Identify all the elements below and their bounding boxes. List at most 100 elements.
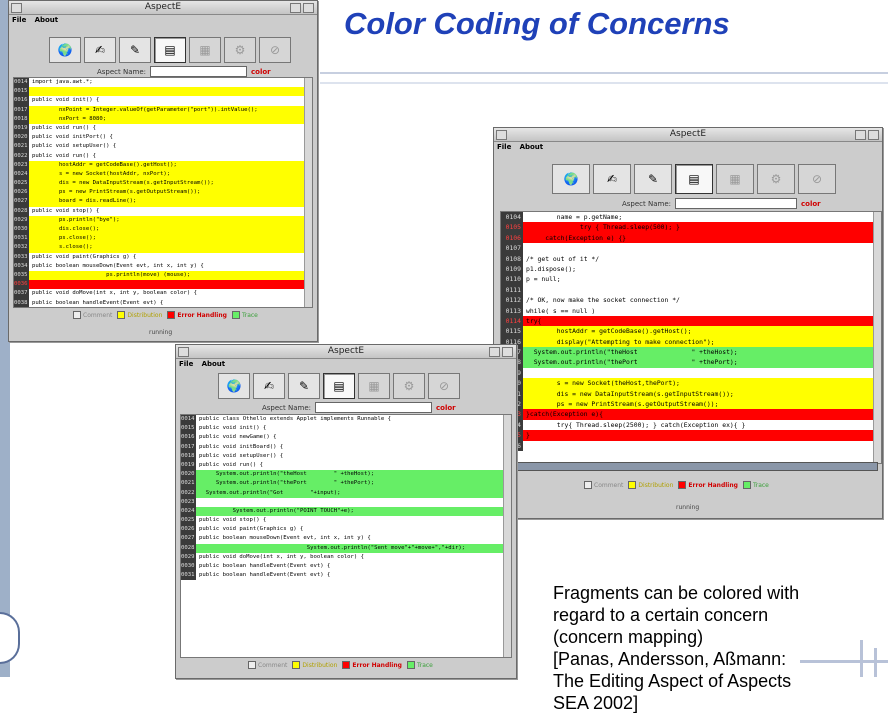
code-line[interactable]: 0033 public void paint(Graphics g) { <box>14 252 312 262</box>
code-line[interactable]: 0014 import java.awt.*; <box>14 78 312 88</box>
menu-about[interactable]: About <box>202 360 226 368</box>
wizard-icon[interactable]: ✍ <box>84 37 116 63</box>
code-line[interactable]: 0020 public void initPort() { <box>14 133 312 143</box>
legend-distribution[interactable]: Distribution <box>628 481 673 489</box>
window-titlebar[interactable]: AspectE <box>176 345 516 359</box>
copy-icon[interactable]: ▦ <box>189 37 221 63</box>
stop-icon[interactable]: ⊘ <box>259 37 291 63</box>
code-line[interactable]: 0017 public void initBoard() { <box>181 442 511 452</box>
color-aspect-icon[interactable]: ▤ <box>323 373 355 399</box>
code-line[interactable]: 0036 <box>14 280 312 290</box>
menu-about[interactable]: About <box>520 143 544 151</box>
code-line[interactable]: 0116 display("Attempting to make connect… <box>501 336 881 348</box>
legend-error-handling[interactable]: Error Handling <box>342 661 402 669</box>
aspect-name-input[interactable] <box>675 198 798 209</box>
stop-icon[interactable]: ⊘ <box>798 164 836 194</box>
code-line[interactable]: 0022 System.out.println("Got "+input); <box>181 488 511 498</box>
legend-comment[interactable]: Comment <box>248 661 287 669</box>
code-line[interactable]: 0021 System.out.println("thePort " +theP… <box>181 479 511 489</box>
code-line[interactable]: 0014 public class Othello extends Applet … <box>181 415 511 425</box>
code-line[interactable]: 0108/* get out of it */ <box>501 253 881 264</box>
code-line[interactable]: 0035 ps.println(move) (mouse); <box>14 270 312 281</box>
code-line[interactable]: 0119 <box>501 367 881 379</box>
color-aspect-icon[interactable]: ▤ <box>675 164 713 194</box>
code-line[interactable]: 0019 public void run() { <box>14 123 312 134</box>
horizontal-scrollbar[interactable] <box>502 462 878 471</box>
copy-icon[interactable]: ▦ <box>716 164 754 194</box>
stop-icon[interactable]: ⊘ <box>428 373 460 399</box>
minimize-button[interactable] <box>290 3 301 13</box>
code-line[interactable]: 0120 s = new Socket(theHost,thePort); <box>501 378 881 389</box>
tools-icon[interactable]: ✎ <box>288 373 320 399</box>
aspect-name-input[interactable] <box>150 66 248 77</box>
code-line[interactable]: 0026 public void paint(Graphics g) { <box>181 525 511 535</box>
maximize-button[interactable] <box>303 3 314 13</box>
code-editor[interactable]: 0104 name = p.getName; 0105 try { Thread.… <box>500 211 882 464</box>
code-line[interactable]: 0019 public void run() { <box>181 460 511 471</box>
menu-about[interactable]: About <box>35 16 59 24</box>
code-line[interactable]: 0038 public boolean handleEvent(Event evt… <box>14 298 312 307</box>
globe-icon[interactable]: 🌍 <box>552 164 590 194</box>
code-line[interactable]: 0025 public void stop() { <box>181 516 511 526</box>
vertical-scrollbar[interactable] <box>503 415 511 657</box>
code-line[interactable]: 0015 <box>14 87 312 97</box>
code-line[interactable]: 0115 hostAddr = getCodeBase().getHost(); <box>501 326 881 337</box>
globe-icon[interactable]: 🌍 <box>218 373 250 399</box>
color-aspect-icon[interactable]: ▤ <box>154 37 186 63</box>
code-line[interactable]: 0106 catch(Exception e) {} <box>501 232 881 244</box>
code-line[interactable]: 0105 try { Thread.sleep(500); } <box>501 222 881 233</box>
code-line[interactable]: 0110 p = null; <box>501 274 881 285</box>
code-line[interactable]: 0122 ps = new PrintStream(s.getOutputStr… <box>501 399 881 410</box>
menu-file[interactable]: File <box>497 143 511 151</box>
code-line[interactable]: 0023 hostAddr = getCodeBase().getHost(); <box>14 160 312 170</box>
menu-file[interactable]: File <box>179 360 193 368</box>
code-editor[interactable]: 0014 import java.awt.*; 0015 0016 public voi… <box>13 77 313 308</box>
code-editor[interactable]: 0014 public class Othello extends Applet … <box>180 414 512 658</box>
code-line[interactable]: 0028 public void stop() { <box>14 206 312 216</box>
legend-distribution[interactable]: Distribution <box>292 661 337 669</box>
minimize-button[interactable] <box>489 347 500 357</box>
code-line[interactable]: 0030 public boolean handleEvent(Event evt… <box>181 562 511 572</box>
legend-trace[interactable]: Trace <box>406 661 433 669</box>
code-line[interactable]: 0031 public boolean handleEvent(Event evt… <box>181 571 511 581</box>
vertical-scrollbar[interactable] <box>873 212 881 463</box>
maximize-button[interactable] <box>502 347 513 357</box>
menu-file[interactable]: File <box>12 16 26 24</box>
code-line[interactable]: 0032 s.close(); <box>14 243 312 253</box>
tools-icon[interactable]: ✎ <box>119 37 151 63</box>
globe-icon[interactable]: 🌍 <box>49 37 81 63</box>
code-line[interactable]: 0029 ps.println("bye"); <box>14 215 312 225</box>
gear-icon[interactable]: ⚙ <box>393 373 425 399</box>
vertical-scrollbar[interactable] <box>304 78 312 307</box>
code-line[interactable]: 0114 try{ <box>501 315 881 327</box>
legend-trace[interactable]: Trace <box>742 481 769 489</box>
code-line[interactable]: 0030 dis.close(); <box>14 225 312 235</box>
code-line[interactable]: 0124 try{ Thread.sleep(2500); } catch(Ex… <box>501 419 881 431</box>
minimize-button[interactable] <box>855 130 866 140</box>
legend-trace[interactable]: Trace <box>231 311 258 319</box>
gear-icon[interactable]: ⚙ <box>224 37 256 63</box>
code-line[interactable]: 0029 public void doMove(int x, int y, boo… <box>181 552 511 562</box>
code-line[interactable]: 0021 public void setupUser() { <box>14 142 312 152</box>
code-line[interactable]: 0026 ps = new PrintStream(s.getOutputStr… <box>14 188 312 198</box>
copy-icon[interactable]: ▦ <box>358 373 390 399</box>
code-line[interactable]: 0107 <box>501 243 881 254</box>
window-titlebar[interactable]: AspectE <box>494 128 882 142</box>
code-line[interactable]: 0109 p1.dispose(); <box>501 263 881 275</box>
code-line[interactable]: 0126 <box>501 440 881 451</box>
code-line[interactable]: 0118 System.out.println("thePort " +theP… <box>501 357 881 368</box>
code-line[interactable]: 0028 System.out.println("Sent move"+"+mo… <box>181 543 511 553</box>
legend-comment[interactable]: Comment <box>584 481 623 489</box>
code-line[interactable]: 0034 public boolean mouseDown(Event evt, … <box>14 261 312 271</box>
code-line[interactable]: 0117 System.out.println("theHost " +theH… <box>501 347 881 358</box>
code-line[interactable]: 0112/* OK, now make the socket connectio… <box>501 295 881 306</box>
color-button[interactable]: color <box>436 404 456 412</box>
legend-error-handling[interactable]: Error Handling <box>167 311 227 319</box>
wizard-icon[interactable]: ✍ <box>593 164 631 194</box>
code-line[interactable]: 0027 public boolean mouseDown(Event evt, … <box>181 534 511 544</box>
legend-distribution[interactable]: Distribution <box>117 311 162 319</box>
code-line[interactable]: 0037 public void doMove(int x, int y, boo… <box>14 289 312 299</box>
code-line[interactable]: 0018 public void setupUser() { <box>181 451 511 461</box>
tools-icon[interactable]: ✎ <box>634 164 672 194</box>
gear-icon[interactable]: ⚙ <box>757 164 795 194</box>
